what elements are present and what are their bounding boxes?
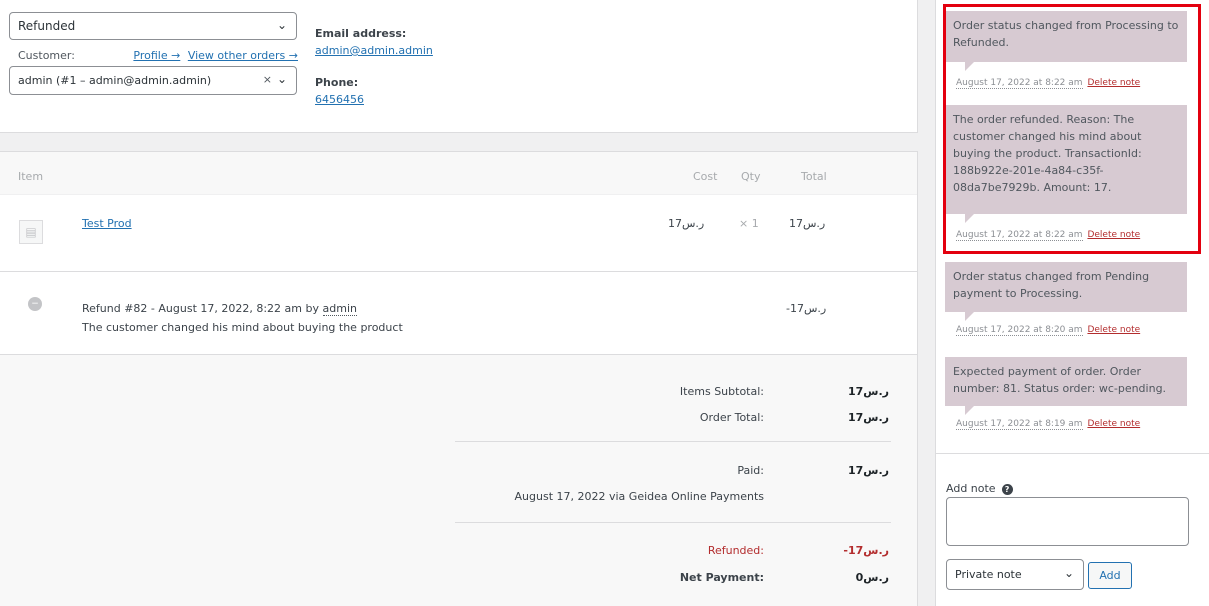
items-subtotal-value: 17ر.س [847, 385, 889, 398]
order-items-panel: Item Cost Qty Total ▤ Test Prod 17ر.س × … [0, 151, 918, 606]
items-subtotal-label: Items Subtotal: [679, 385, 764, 398]
note-type-select[interactable]: Private note ⌄ [946, 559, 1084, 590]
note-date: August 17, 2022 at 8:19 am [956, 419, 1083, 430]
refund-title: Refund #82 - August 17, 2022, 8:22 am by [82, 302, 319, 315]
note-text: Expected payment of order. Order number:… [953, 365, 1167, 395]
customer-label: Customer: [18, 49, 75, 62]
note-text: Order status changed from Pending paymen… [953, 270, 1150, 300]
net-payment-label: Net Payment: [679, 571, 764, 584]
email-link[interactable]: admin@admin.admin [315, 44, 433, 57]
note-type-value: Private note [955, 568, 1022, 581]
paid-label: Paid: [737, 464, 764, 477]
delete-note-link[interactable]: Delete note [1087, 325, 1140, 335]
refund-amount: -17ر.س [786, 302, 827, 315]
item-cost: 17ر.س [668, 217, 705, 230]
refunded-label: Refunded: [707, 544, 764, 557]
order-status-value: Refunded [18, 19, 76, 33]
order-status-select[interactable]: Refunded ⌄ [9, 12, 297, 40]
item-total: 17ر.س [789, 217, 826, 230]
email-label: Email address: [315, 27, 407, 40]
col-cost: Cost [693, 170, 718, 183]
delete-note-link[interactable]: Delete note [1087, 419, 1140, 429]
chevron-down-icon: ⌄ [1063, 566, 1074, 580]
note-textarea[interactable] [946, 497, 1189, 546]
refund-row: − Refund #82 - August 17, 2022, 8:22 am … [0, 273, 917, 355]
net-payment-value: 0ر.س [855, 571, 889, 584]
chevron-down-icon: ⌄ [276, 18, 287, 32]
product-placeholder-icon: ▤ [19, 220, 43, 244]
add-note-button[interactable]: Add [1088, 562, 1132, 589]
product-link[interactable]: Test Prod [82, 217, 132, 230]
paid-value: 17ر.س [847, 464, 889, 477]
help-icon[interactable]: ? [1001, 484, 1013, 495]
order-total-value: 17ر.س [847, 411, 889, 424]
refund-icon: − [28, 297, 42, 311]
refund-user: admin [322, 302, 357, 316]
order-details-panel: Refunded ⌄ Customer: Profile → View othe… [0, 0, 918, 133]
clear-icon[interactable]: × [263, 73, 272, 86]
note-meta: August 17, 2022 at 8:19 am Delete note [956, 419, 1140, 430]
view-other-orders-link[interactable]: View other orders → [188, 49, 298, 62]
item-qty: × 1 [739, 217, 759, 230]
note-meta: August 17, 2022 at 8:20 am Delete note [956, 325, 1140, 336]
col-item: Item [18, 170, 44, 183]
note-date: August 17, 2022 at 8:20 am [956, 325, 1083, 336]
note-item: Expected payment of order. Order number:… [945, 357, 1187, 415]
col-total: Total [801, 170, 827, 183]
phone-label: Phone: [315, 76, 359, 89]
refund-reason: The customer changed his mind about buyi… [82, 321, 403, 334]
divider [455, 441, 891, 442]
profile-link[interactable]: Profile → [133, 49, 180, 62]
divider [935, 453, 1209, 454]
add-note-text: Add note [946, 482, 996, 495]
order-total-label: Order Total: [699, 411, 764, 424]
add-note-label: Add note? [946, 482, 1013, 495]
paid-via: August 17, 2022 via Geidea Online Paymen… [514, 490, 764, 503]
customer-value: admin (#1 – admin@admin.admin) [18, 74, 212, 87]
table-row: ▤ Test Prod 17ر.س × 1 17ر.س [0, 195, 917, 272]
note-item: Order status changed from Pending paymen… [945, 262, 1187, 321]
refunded-value: -17ر.س [843, 544, 889, 557]
items-table-header: Item Cost Qty Total [0, 152, 917, 195]
refund-line: Refund #82 - August 17, 2022, 8:22 am by… [82, 302, 357, 316]
divider [455, 522, 891, 523]
phone-link[interactable]: 6456456 [315, 93, 364, 106]
customer-select[interactable]: admin (#1 – admin@admin.admin) × ⌄ [9, 66, 297, 95]
col-qty: Qty [741, 170, 761, 183]
customer-row: Customer: Profile → View other orders → [18, 49, 298, 62]
chevron-down-icon: ⌄ [276, 72, 287, 86]
order-totals: Items Subtotal: 17ر.س Order Total: 17ر.س… [0, 355, 917, 606]
highlight-box [943, 4, 1201, 254]
